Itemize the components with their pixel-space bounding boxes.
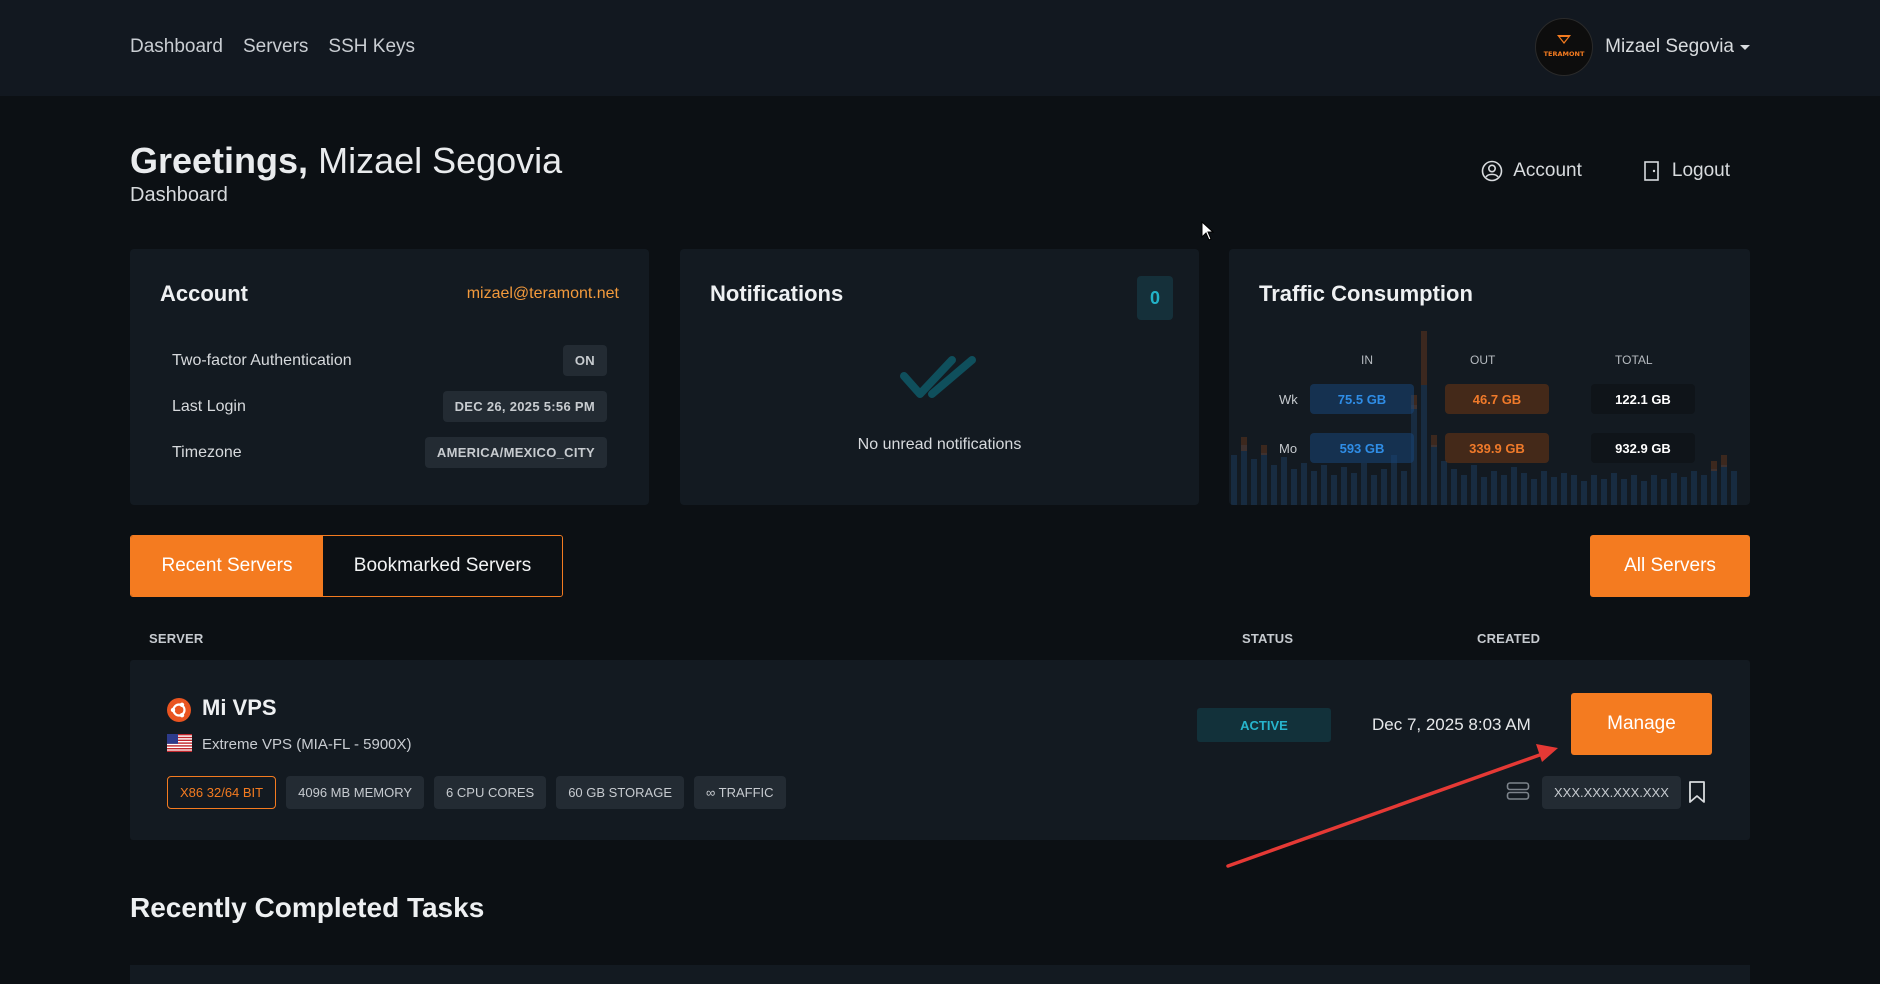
account-card: Account mizael@teramont.net Two-factor A… xyxy=(130,249,649,505)
server-plan: Extreme VPS (MIA-FL - 5900X) xyxy=(202,736,412,753)
top-navbar: Dashboard Servers SSH Keys TERAMONT Miza… xyxy=(0,0,1880,96)
account-link-label: Account xyxy=(1513,160,1582,181)
double-check-icon xyxy=(900,356,976,398)
account-row-2fa: Two-factor Authentication ON xyxy=(172,345,607,376)
avatar: TERAMONT xyxy=(1535,18,1594,76)
traffic-week-out: 46.7 GB xyxy=(1445,384,1549,414)
account-row-label: Last Login xyxy=(172,397,246,415)
notifications-card-title: Notifications xyxy=(710,281,844,306)
header-actions: Account Logout xyxy=(1481,160,1730,182)
section-title-tasks: Recently Completed Tasks xyxy=(130,892,485,923)
server-stack-icon[interactable] xyxy=(1506,781,1530,801)
nav-link-ssh-keys[interactable]: SSH Keys xyxy=(328,36,415,58)
logout-link-label: Logout xyxy=(1671,160,1730,181)
account-row-label: Timezone xyxy=(172,443,242,461)
two-factor-badge: ON xyxy=(562,345,607,376)
traffic-card-title: Traffic Consumption xyxy=(1259,281,1473,306)
all-servers-button[interactable]: All Servers xyxy=(1590,535,1750,597)
mouse-cursor-icon xyxy=(1201,221,1215,241)
chevron-down-icon xyxy=(1740,44,1750,50)
teramont-logo-icon: TERAMONT xyxy=(1544,35,1585,58)
traffic-month-out: 339.9 GB xyxy=(1445,433,1549,463)
server-tabs: Recent Servers Bookmarked Servers xyxy=(130,535,563,597)
spec-memory: 4096 MB MEMORY xyxy=(286,776,425,809)
user-name: Mizael Segovia xyxy=(1605,36,1734,57)
account-link[interactable]: Account xyxy=(1481,160,1582,182)
traffic-month-total: 932.9 GB xyxy=(1591,433,1695,463)
tab-bookmarked-servers[interactable]: Bookmarked Servers xyxy=(323,536,562,596)
account-row-label: Two-factor Authentication xyxy=(172,351,352,369)
server-name[interactable]: Mi VPS xyxy=(202,695,277,721)
user-menu[interactable]: TERAMONT Mizael Segovia xyxy=(1535,18,1750,76)
traffic-card: Traffic Consumption IN OUT TOTAL Wk 75.5… xyxy=(1229,249,1750,505)
timezone-badge: AMERICA/MEXICO_CITY xyxy=(424,437,607,468)
traffic-header-total: TOTAL xyxy=(1615,353,1653,367)
notifications-empty-text: No unread notifications xyxy=(857,436,1022,453)
last-login-badge: DEC 26, 2025 5:56 PM xyxy=(442,391,607,422)
traffic-week-total: 122.1 GB xyxy=(1591,384,1695,414)
bookmark-icon[interactable] xyxy=(1687,780,1707,804)
tab-recent-servers[interactable]: Recent Servers xyxy=(131,536,323,596)
tasks-panel xyxy=(130,965,1750,984)
greeting-name: Mizael Segovia xyxy=(318,140,563,181)
logout-link[interactable]: Logout xyxy=(1642,160,1730,182)
account-row-timezone: Timezone AMERICA/MEXICO_CITY xyxy=(172,437,607,468)
us-flag-icon xyxy=(167,734,192,752)
ip-address[interactable]: XXX.XXX.XXX.XXX xyxy=(1542,776,1681,809)
user-circle-icon xyxy=(1481,160,1503,182)
manage-button[interactable]: Manage xyxy=(1571,693,1712,755)
greeting-label: Greetings, xyxy=(130,140,309,181)
notifications-card: Notifications 0 No unread notifications xyxy=(680,249,1199,505)
status-badge: ACTIVE xyxy=(1197,708,1331,742)
nav-link-dashboard[interactable]: Dashboard xyxy=(130,36,223,58)
page-subtitle: Dashboard xyxy=(130,184,228,206)
spec-architecture: X86 32/64 BIT xyxy=(167,776,277,809)
nav-links: Dashboard Servers SSH Keys xyxy=(130,36,415,58)
table-row: Mi VPS Extreme VPS (MIA-FL - 5900X) X86 … xyxy=(130,660,1750,840)
traffic-row-label: Wk xyxy=(1279,392,1298,407)
account-card-title: Account xyxy=(160,281,248,306)
traffic-month-in: 593 GB xyxy=(1310,433,1414,463)
server-specs: X86 32/64 BIT 4096 MB MEMORY 6 CPU CORES… xyxy=(167,776,786,809)
created-date: Dec 7, 2025 8:03 AM xyxy=(1372,715,1531,734)
svg-text:TERAMONT: TERAMONT xyxy=(1544,50,1585,58)
page-title: Greetings, Mizael Segovia xyxy=(130,140,562,182)
notification-count-badge[interactable]: 0 xyxy=(1137,276,1173,320)
account-row-last-login: Last Login DEC 26, 2025 5:56 PM xyxy=(172,391,607,422)
traffic-week-in: 75.5 GB xyxy=(1310,384,1414,414)
traffic-bars-background xyxy=(1231,331,1737,505)
nav-link-servers[interactable]: Servers xyxy=(243,36,308,58)
traffic-row-label: Mo xyxy=(1279,441,1298,456)
column-header-created: CREATED xyxy=(1477,631,1541,646)
traffic-header-in: IN xyxy=(1361,353,1373,367)
traffic-header-out: OUT xyxy=(1470,353,1496,367)
door-icon xyxy=(1644,161,1659,181)
account-email[interactable]: mizael@teramont.net xyxy=(467,285,619,303)
column-header-server: SERVER xyxy=(149,631,204,646)
spec-storage: 60 GB STORAGE xyxy=(556,776,684,809)
ubuntu-icon xyxy=(167,698,191,722)
spec-cpu: 6 CPU CORES xyxy=(434,776,547,809)
column-header-status: STATUS xyxy=(1242,631,1294,646)
spec-traffic: ∞ TRAFFIC xyxy=(693,776,786,809)
